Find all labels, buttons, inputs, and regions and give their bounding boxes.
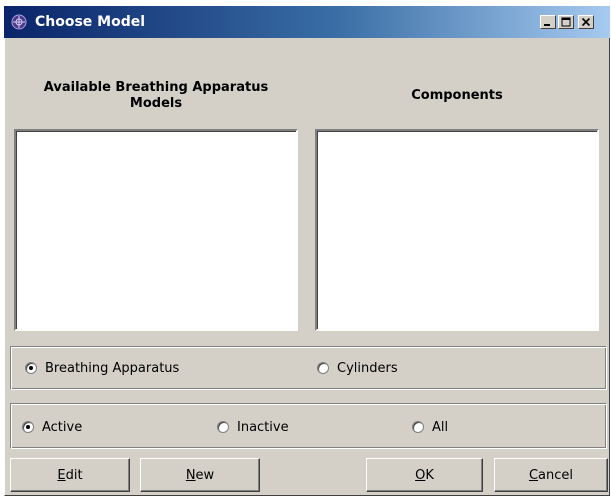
edit-mnemonic: E	[57, 467, 66, 483]
models-heading-line2: Models	[129, 96, 183, 111]
new-mnemonic: N	[185, 467, 196, 483]
new-button[interactable]: New	[140, 458, 260, 492]
edit-button[interactable]: Edit	[10, 458, 130, 492]
radio-checked-icon	[22, 421, 34, 433]
minimize-button[interactable]	[540, 15, 556, 29]
components-list[interactable]	[315, 129, 599, 331]
window-title: Choose Model	[35, 14, 146, 30]
cancel-mnemonic: C	[528, 467, 539, 483]
cancel-button[interactable]: Cancel	[494, 458, 608, 492]
radio-inactive[interactable]: Inactive	[217, 418, 289, 436]
title-bar[interactable]: Choose Model	[4, 6, 610, 38]
models-heading: Available Breathing Apparatus Models	[14, 80, 298, 112]
radio-label: Inactive	[237, 419, 289, 435]
radio-unchecked-icon	[317, 362, 329, 374]
type-radio-group: Breathing Apparatus Cylinders	[10, 346, 607, 390]
radio-all[interactable]: All	[412, 418, 448, 436]
maximize-button[interactable]	[558, 15, 574, 29]
minimize-icon	[544, 24, 550, 26]
ok-label-rest: K	[425, 467, 434, 483]
radio-unchecked-icon	[412, 421, 424, 433]
models-list[interactable]	[14, 129, 298, 331]
radio-label: Breathing Apparatus	[45, 360, 180, 376]
status-radio-group: Active Inactive All	[10, 403, 607, 449]
edit-label-rest: dit	[65, 467, 83, 483]
new-label-rest: ew	[195, 467, 215, 483]
ok-mnemonic: O	[415, 467, 426, 483]
radio-label: All	[432, 419, 449, 435]
radio-label: Cylinders	[337, 360, 398, 376]
radio-active[interactable]: Active	[22, 418, 82, 436]
close-icon	[581, 17, 591, 27]
radio-checked-icon	[25, 362, 37, 374]
components-heading: Components	[411, 88, 503, 103]
app-logo-icon	[11, 14, 27, 30]
radio-breathing-apparatus[interactable]: Breathing Apparatus	[25, 359, 179, 377]
radio-unchecked-icon	[217, 421, 229, 433]
cancel-label-rest: ancel	[538, 467, 574, 483]
radio-cylinders[interactable]: Cylinders	[317, 359, 398, 377]
maximize-icon	[561, 17, 571, 27]
close-button[interactable]	[578, 15, 594, 29]
models-heading-line1: Available Breathing Apparatus	[43, 80, 269, 95]
ok-button[interactable]: OK	[366, 458, 483, 492]
radio-label: Active	[42, 419, 83, 435]
